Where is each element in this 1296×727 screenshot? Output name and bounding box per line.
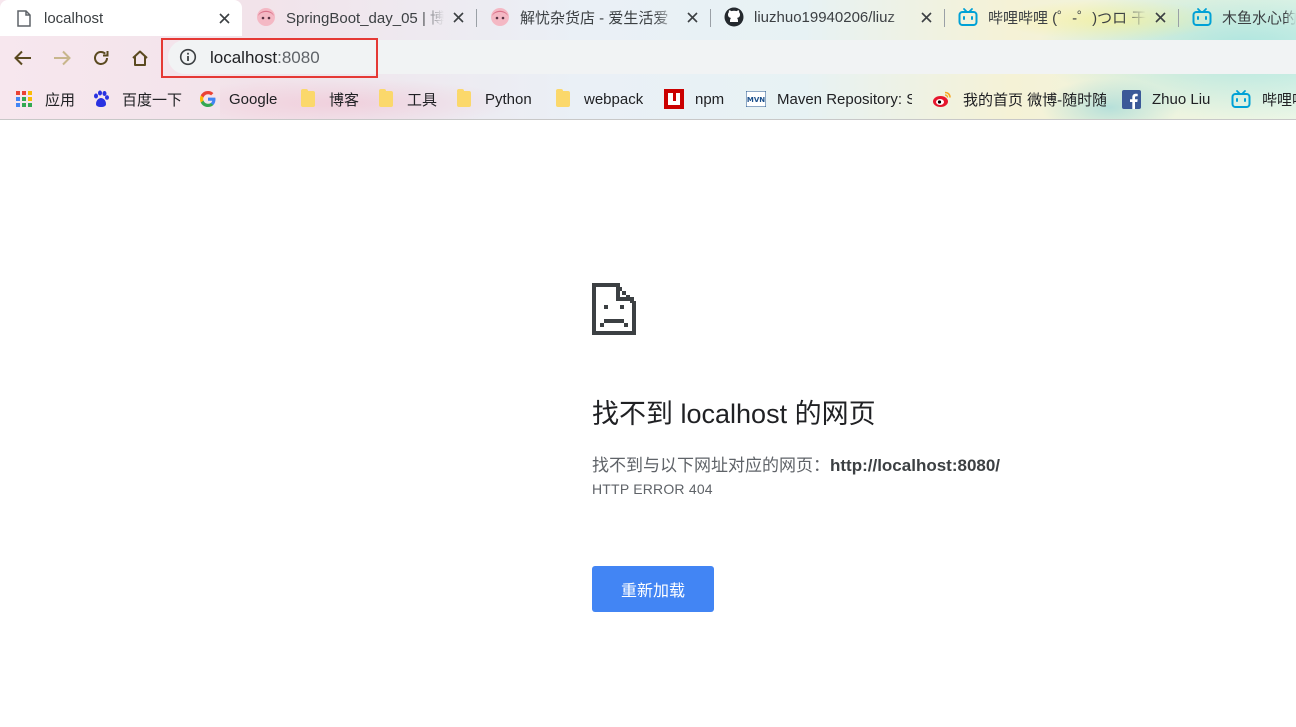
folder-icon [376,89,396,109]
bookmark-folder-webpack[interactable]: webpack [553,88,643,110]
npm-icon [664,89,684,109]
tab-bilibili[interactable]: 哔哩哔哩 (゜-゜)つロ 干 [944,0,1178,34]
bilibili-icon [958,7,978,27]
tab-title: 解忧杂货店 - 爱生活爱 [520,9,669,27]
bookmark-label: 哔哩哔 [1262,91,1296,109]
github-icon [724,7,744,27]
tab-title: localhost [44,9,104,27]
bookmark-label: Google [229,90,278,108]
close-icon[interactable] [450,9,466,25]
bookmark-label: 我的首页 微博-随时随 [963,91,1106,109]
bookmarks-bar: 应用 百度一下 Google 博客 工具 Python webpack npm … [0,80,1296,118]
arrow-back-icon[interactable] [9,44,37,72]
url-highlight-box [161,38,378,78]
close-icon[interactable] [684,9,700,25]
tab-github[interactable]: liuzhuo19940206/liuz [710,0,944,34]
svg-text:MVN: MVN [747,96,765,104]
bookmark-bilibili[interactable]: 哔哩哔 [1231,88,1296,110]
bookmark-label: Maven Repository: S [777,90,912,108]
tab-localhost[interactable]: localhost [0,0,242,36]
tab-title: SpringBoot_day_05 | 博 [286,9,444,27]
close-icon[interactable] [1152,9,1168,25]
bookmark-label: webpack [584,90,644,108]
bilibili-icon [1192,7,1212,27]
bookmark-folder-tools[interactable]: 工具 [376,88,437,110]
tab-title: 哔哩哔哩 (゜-゜)つロ 干 [988,9,1146,27]
weibo-icon [932,89,952,109]
home-icon[interactable] [126,44,154,72]
bookmark-folder-python[interactable]: Python [454,88,532,110]
sad-page-icon [592,283,636,335]
maven-icon: MVN [746,89,766,109]
tab-title: liuzhuo19940206/liuz [754,8,895,26]
bookmark-folder-blog[interactable]: 博客 [298,88,359,110]
bookmark-label: 百度一下 [122,91,183,109]
bookmark-label: 工具 [407,91,438,109]
tab-muyu[interactable]: 木鱼水心的 [1178,0,1296,34]
error-url: http://localhost:8080/ [830,456,1001,475]
error-detail: 找不到与以下网址对应的网页：http://localhost:8080/ [592,451,1000,476]
close-icon[interactable] [918,9,934,25]
bookmark-label: npm [695,90,725,108]
folder-icon [454,89,474,109]
bilibili-icon [1231,89,1251,109]
anime-avatar-icon [490,7,510,27]
bookmark-label: 博客 [329,91,360,109]
baidu-paw-icon [91,89,111,109]
error-detail-prefix: 找不到与以下网址对应的网页： [592,456,830,475]
error-heading: 找不到 localhost 的网页 [592,399,876,429]
bookmark-baidu[interactable]: 百度一下 [91,88,182,110]
reload-button[interactable]: 重新加载 [592,566,714,612]
folder-icon [298,89,318,109]
reload-icon[interactable] [87,44,115,72]
bookmark-apps[interactable]: 应用 [14,88,75,110]
tab-jieyou[interactable]: 解忧杂货店 - 爱生活爱 [476,0,710,34]
bookmark-weibo[interactable]: 我的首页 微博-随时随 [932,88,1106,110]
bookmark-maven[interactable]: MVN Maven Repository: S [746,88,912,110]
bookmark-npm[interactable]: npm [664,88,724,110]
facebook-icon [1121,89,1141,109]
bookmark-google[interactable]: Google [198,88,277,110]
error-code: HTTP ERROR 404 [592,481,713,497]
anime-avatar-icon [256,7,276,27]
tab-springboot[interactable]: SpringBoot_day_05 | 博 [242,0,476,34]
close-icon[interactable] [216,10,232,26]
folder-icon [553,89,573,109]
arrow-forward-icon[interactable] [48,44,76,72]
bookmark-facebook[interactable]: Zhuo Liu [1121,88,1210,110]
bookmark-label: Zhuo Liu [1152,90,1211,108]
tab-strip: localhost SpringBoot_day_05 | 博 解忧杂货店 - … [0,0,1296,36]
chrome-divider [0,119,1296,120]
bookmark-label: Python [485,90,532,108]
apps-grid-icon [14,89,34,109]
google-g-icon [198,89,218,109]
tab-title: 木鱼水心的 [1222,9,1296,27]
bookmark-label: 应用 [45,91,76,109]
page-icon [14,8,34,28]
